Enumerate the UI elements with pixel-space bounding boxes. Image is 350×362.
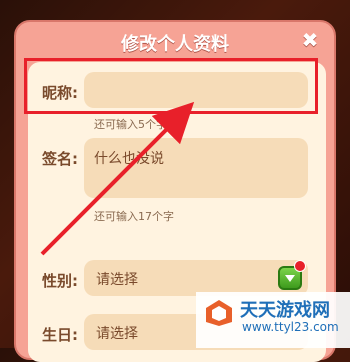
watermark: 天天游戏网 www.ttyl23.com [196,292,350,348]
watermark-logo-icon [206,300,232,326]
watermark-url: www.ttyl23.com [242,320,339,334]
watermark-title: 天天游戏网 [240,300,330,321]
